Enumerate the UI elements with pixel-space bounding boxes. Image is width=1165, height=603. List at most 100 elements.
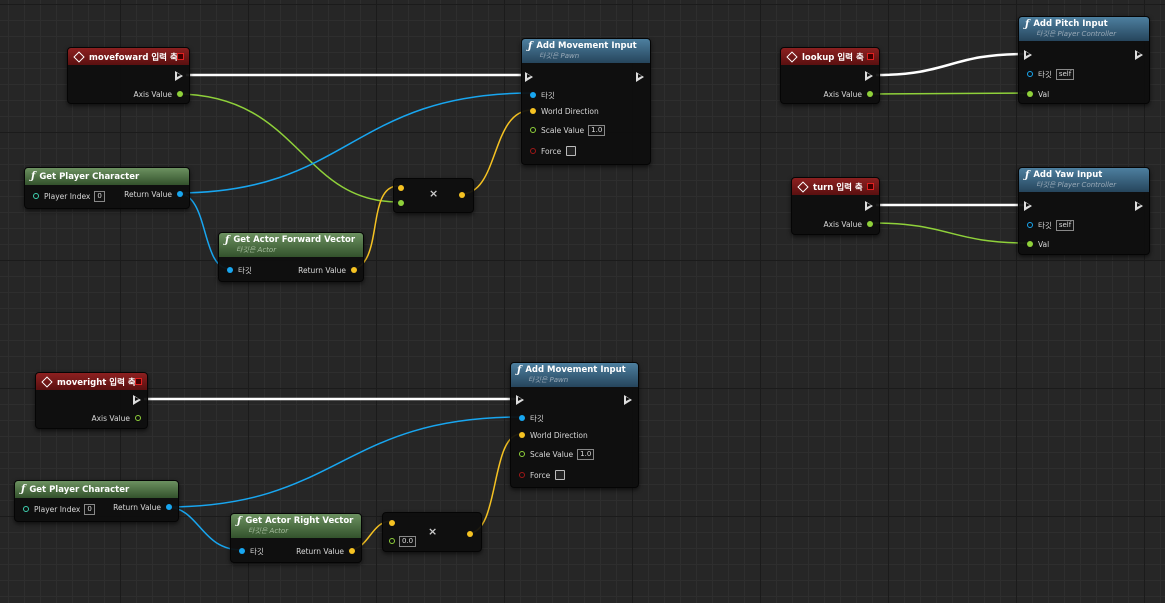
- target-input[interactable]: 타깃: [227, 264, 252, 276]
- multiply-b-field[interactable]: 0.0: [399, 535, 417, 547]
- pure-node-get-player-character-2[interactable]: ƒ Get Player Character Player Index 0 Retu…: [14, 480, 179, 522]
- object-wire-pc1-target[interactable]: [176, 92, 533, 194]
- float-wire-lookup-val[interactable]: [872, 92, 1029, 95]
- exec-pin-icon: [865, 201, 873, 211]
- function-node-add-movement-input-1[interactable]: ƒ Add Movement Input 타깃은 Pawn 타깃 World Dir…: [521, 38, 651, 165]
- float-pin-icon: [530, 127, 536, 133]
- pin-label: Return Value: [124, 189, 172, 199]
- axis-value-output[interactable]: Axis Value: [91, 412, 141, 424]
- function-node-add-yaw-input[interactable]: ƒ Add Yaw Input 타깃은 Player Controller 타깃 se…: [1018, 167, 1150, 255]
- exec-out-pin[interactable]: [865, 70, 873, 82]
- pin-label: Axis Value: [823, 219, 862, 229]
- function-node-add-movement-input-2[interactable]: ƒ Add Movement Input 타깃은 Pawn 타깃 World Dir…: [510, 362, 639, 488]
- exec-out-pin[interactable]: [865, 200, 873, 212]
- exec-pin-icon: [624, 395, 632, 405]
- pure-node-get-actor-forward-vector[interactable]: ƒ Get Actor Forward Vector 타깃은 Actor 타깃 Re…: [218, 232, 364, 282]
- pure-node-get-player-character-1[interactable]: ƒ Get Player Character Player Index 0 Retu…: [24, 167, 190, 209]
- node-subtitle: 타깃은 Pawn: [528, 376, 569, 384]
- object-pin-icon: [519, 415, 525, 421]
- exec-out-pin[interactable]: [1135, 200, 1143, 212]
- vector-pin-icon: [389, 520, 395, 526]
- axis-value-output[interactable]: Axis Value: [823, 88, 873, 100]
- object-pin-icon: [177, 191, 183, 197]
- delegate-pin-icon[interactable]: [177, 53, 184, 60]
- exec-in-pin[interactable]: [525, 71, 533, 83]
- pin-label: Scale Value: [541, 125, 585, 135]
- exec-wire-lookup[interactable]: [875, 52, 1025, 77]
- exec-in-pin[interactable]: [1024, 49, 1032, 61]
- float-pin-icon: [867, 91, 873, 97]
- target-input[interactable]: 타깃: [519, 412, 544, 424]
- scale-value-field[interactable]: 1.0: [577, 448, 595, 460]
- force-checkbox[interactable]: [555, 470, 566, 480]
- exec-out-pin[interactable]: [175, 70, 183, 82]
- return-value-output[interactable]: Return Value: [124, 188, 183, 200]
- exec-out-pin[interactable]: [133, 394, 141, 406]
- blueprint-graph-canvas[interactable]: movefoward 입력 축 Axis Value ƒ Add Movement…: [0, 0, 1165, 603]
- scale-value-input[interactable]: Scale Value 1.0: [530, 124, 606, 136]
- exec-out-pin[interactable]: [636, 71, 644, 83]
- multiply-node-2[interactable]: 0.0 ×: [382, 512, 482, 552]
- object-pin-icon: [530, 92, 536, 98]
- player-index-field[interactable]: 0: [84, 503, 95, 515]
- event-node-moveright[interactable]: moveright 입력 축 Axis Value: [35, 372, 148, 429]
- target-input[interactable]: 타깃 self: [1027, 219, 1075, 231]
- return-value-output[interactable]: Return Value: [113, 501, 172, 513]
- world-direction-input[interactable]: World Direction: [530, 105, 599, 117]
- event-diamond-icon: [73, 50, 85, 63]
- multiply-b-input[interactable]: 0.0: [389, 535, 417, 547]
- function-icon: ƒ: [1025, 19, 1030, 30]
- event-diamond-icon: [786, 50, 798, 63]
- object-wire-pc2-target[interactable]: [165, 416, 522, 508]
- multiply-output[interactable]: [467, 528, 473, 540]
- player-index-input[interactable]: Player Index 0: [33, 190, 105, 202]
- force-input[interactable]: Force: [530, 145, 577, 157]
- node-subtitle: 타깃은 Pawn: [539, 52, 580, 60]
- multiply-b-input[interactable]: [398, 197, 404, 209]
- function-icon: ƒ: [31, 171, 36, 182]
- player-index-input[interactable]: Player Index 0: [23, 503, 95, 515]
- exec-out-pin[interactable]: [624, 394, 632, 406]
- exec-out-pin[interactable]: [1135, 49, 1143, 61]
- node-title: Get Player Character: [29, 484, 130, 495]
- target-input[interactable]: 타깃: [530, 89, 555, 101]
- delegate-pin-icon[interactable]: [867, 53, 874, 60]
- val-input[interactable]: Val: [1027, 238, 1049, 250]
- exec-in-pin[interactable]: [516, 394, 524, 406]
- pin-label: 타깃: [530, 413, 544, 423]
- multiply-node-1[interactable]: ×: [393, 178, 474, 213]
- multiply-a-input[interactable]: [398, 182, 404, 194]
- event-node-header: moveright 입력 축: [36, 373, 147, 390]
- axis-value-output[interactable]: Axis Value: [133, 88, 183, 100]
- scale-value-input[interactable]: Scale Value 1.0: [519, 448, 595, 460]
- function-node-add-pitch-input[interactable]: ƒ Add Pitch Input 타깃은 Player Controller 타깃…: [1018, 16, 1150, 104]
- world-direction-input[interactable]: World Direction: [519, 429, 588, 441]
- target-input[interactable]: 타깃 self: [1027, 68, 1075, 80]
- event-node-turn[interactable]: turn 입력 축 Axis Value: [791, 177, 880, 235]
- exec-pin-icon: [865, 71, 873, 81]
- delegate-pin-icon[interactable]: [135, 378, 142, 385]
- return-value-output[interactable]: Return Value: [298, 264, 357, 276]
- pure-node-get-actor-right-vector[interactable]: ƒ Get Actor Right Vector 타깃은 Actor 타깃 Retu…: [230, 513, 362, 563]
- force-checkbox[interactable]: [566, 146, 577, 156]
- delegate-pin-icon[interactable]: [867, 183, 874, 190]
- function-icon: ƒ: [1025, 170, 1030, 181]
- exec-pin-icon: [175, 71, 183, 81]
- event-node-lookup[interactable]: lookup 입력 축 Axis Value: [780, 47, 880, 104]
- val-input[interactable]: Val: [1027, 88, 1049, 100]
- multiply-a-input[interactable]: [389, 517, 395, 529]
- pure-node-header: ƒ Get Actor Forward Vector 타깃은 Actor: [219, 233, 363, 257]
- pin-label: Return Value: [113, 502, 161, 512]
- scale-value-field[interactable]: 1.0: [588, 124, 606, 136]
- multiply-output[interactable]: [459, 189, 465, 201]
- float-wire-turn-val[interactable]: [872, 222, 1029, 244]
- target-input[interactable]: 타깃: [239, 545, 264, 557]
- event-node-movefoward[interactable]: movefoward 입력 축 Axis Value: [67, 47, 190, 104]
- exec-in-pin[interactable]: [1024, 200, 1032, 212]
- return-value-output[interactable]: Return Value: [296, 545, 355, 557]
- vector-pin-icon: [398, 185, 404, 191]
- force-input[interactable]: Force: [519, 469, 566, 481]
- axis-value-output[interactable]: Axis Value: [823, 218, 873, 230]
- player-index-field[interactable]: 0: [94, 190, 105, 202]
- float-wire-axis-to-mult1[interactable]: [175, 93, 399, 203]
